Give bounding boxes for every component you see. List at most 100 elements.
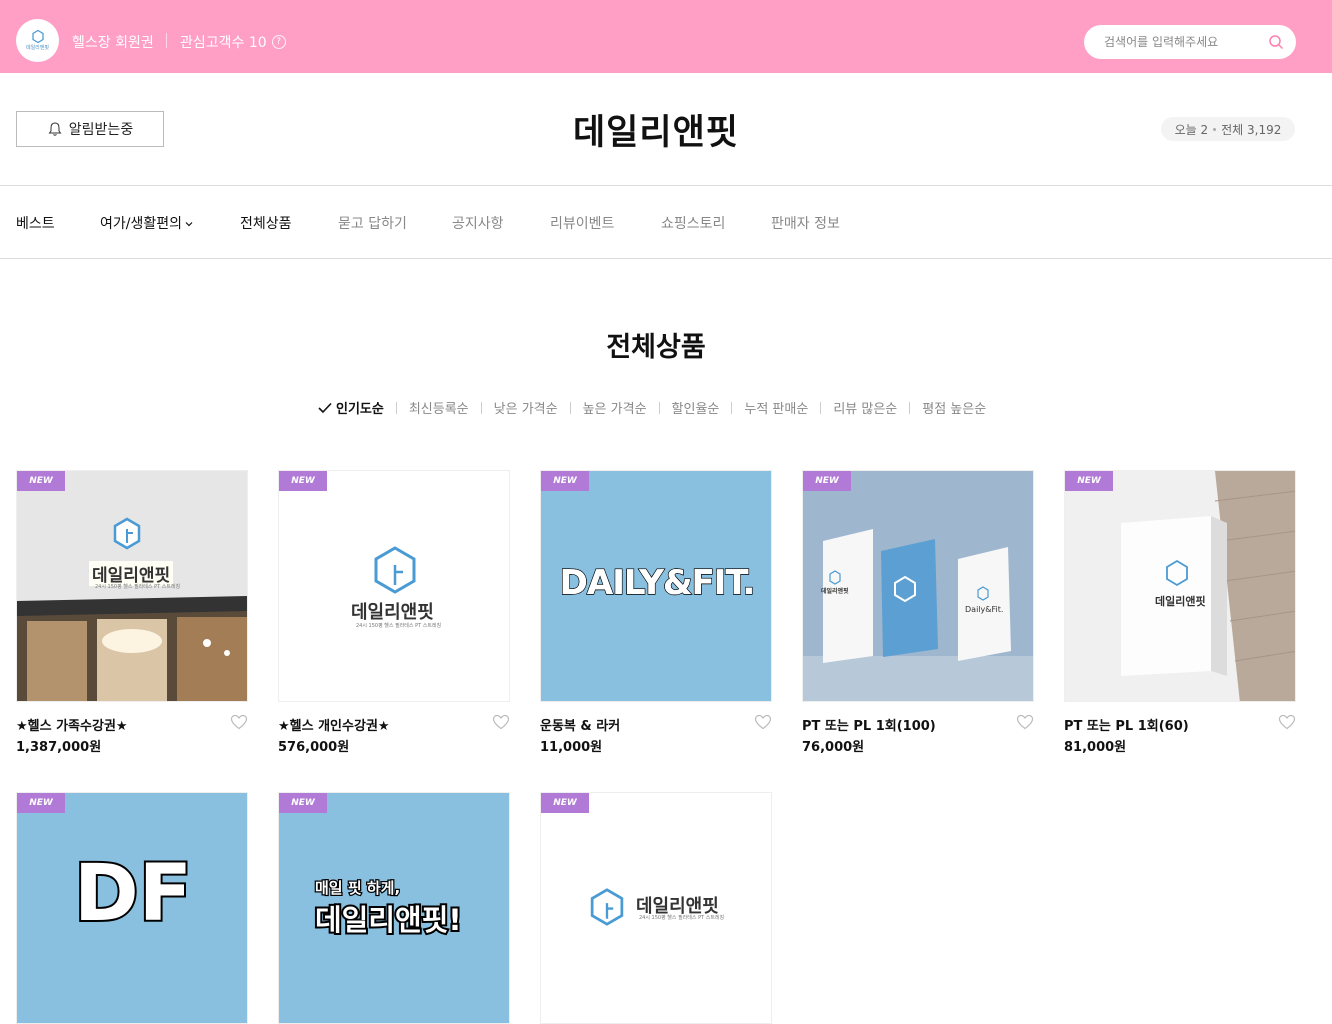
divider — [658, 401, 660, 414]
sort-price-high[interactable]: 높은 가격순 — [583, 398, 647, 417]
hex-logo-icon — [31, 30, 44, 43]
product-name[interactable]: PT 또는 PL 1회(100) — [802, 715, 936, 734]
store-name[interactable]: 헬스장 회원권 — [72, 32, 154, 52]
hex-logo-icon — [590, 888, 624, 926]
nav-item-review-event[interactable]: 리뷰이벤트 — [550, 213, 661, 233]
search-input[interactable] — [1104, 35, 1264, 49]
nav-item-label: 여가/생활편의 — [100, 216, 182, 232]
divider — [731, 401, 733, 414]
product-name[interactable]: ★헬스 가족수강권★ — [16, 715, 128, 734]
sort-price-low[interactable]: 낮은 가격순 — [494, 398, 558, 417]
product-price: 76,000원 — [802, 740, 865, 755]
new-badge: NEW — [541, 793, 589, 813]
new-badge: NEW — [803, 471, 851, 491]
product-name[interactable]: 운동복 & 라커 — [540, 715, 620, 734]
product-name[interactable]: PT 또는 PL 1회(60) — [1064, 715, 1189, 734]
chevron-down-icon — [185, 222, 193, 227]
new-badge: NEW — [279, 471, 327, 491]
category-nav: 베스트 여가/생활편의 전체상품 묻고 답하기 공지사항 리뷰이벤트 쇼핑스토리… — [16, 213, 840, 233]
store-logo[interactable]: 데일리앤핏 — [16, 19, 59, 62]
product-image[interactable]: NEW DAILY&FIT. — [540, 470, 772, 702]
new-badge: NEW — [17, 793, 65, 813]
divider — [0, 185, 1332, 186]
divider — [480, 401, 482, 414]
new-badge: NEW — [17, 471, 65, 491]
daily-fit-text: DAILY&FIT. — [541, 562, 771, 604]
divider — [569, 401, 571, 414]
divider — [909, 401, 911, 414]
product-image[interactable]: NEW 데일리앤핏 24시 150평 헬스 필라테스 PT 스트레칭 — [278, 470, 510, 702]
logo-subtitle: 24시 150평 헬스 필라테스 PT 스트레칭 — [356, 623, 442, 629]
wall-sign-image — [1065, 471, 1295, 701]
new-badge: NEW — [541, 471, 589, 491]
sort-reviews[interactable]: 리뷰 많은순 — [833, 398, 897, 417]
logo-text: 데일리앤핏 — [351, 602, 434, 623]
product-image[interactable]: NEW 데일리앤핏 Daily&Fit. — [802, 470, 1034, 702]
visits-total: 전체 3,192 — [1221, 122, 1282, 137]
product-image[interactable]: NEW 데일리앤핏 — [1064, 470, 1296, 702]
sort-popular[interactable]: 인기도순 — [318, 398, 384, 417]
sort-label: 인기도순 — [336, 402, 384, 417]
top-bar: 데일리앤핏 헬스장 회원권 관심고객수 10 ? — [0, 0, 1332, 73]
card-brand-text: Daily&Fit. — [965, 605, 1004, 614]
brand-title: 데일리앤핏 — [572, 113, 739, 153]
fans-label: 관심고객수 10 — [180, 35, 267, 51]
product-price: 576,000원 — [278, 740, 350, 755]
slogan-line2: 데일리앤핏! — [313, 901, 464, 939]
heart-icon[interactable] — [754, 714, 772, 730]
hex-logo-icon — [374, 546, 416, 594]
help-icon[interactable]: ? — [271, 35, 286, 49]
search-icon[interactable] — [1268, 34, 1284, 50]
product-card[interactable]: NEW 데일리앤핏 24시 150평 헬스 필라테스 PT 스트레칭 — [540, 792, 772, 1024]
visits-today: 오늘 2 — [1174, 122, 1209, 137]
product-image[interactable]: NEW 데일리앤핏 24시 150평 헬스 필라테스 PT 스트레칭 — [540, 792, 772, 1024]
new-badge: NEW — [1065, 471, 1113, 491]
check-icon — [318, 402, 332, 413]
nav-item-best[interactable]: 베스트 — [16, 213, 100, 233]
store-logo-text: 데일리앤핏 — [25, 45, 49, 51]
product-image[interactable]: NEW 매일 핏 하게, 데일리앤핏! — [278, 792, 510, 1024]
slogan-line1: 매일 핏 하게, — [314, 878, 402, 899]
heart-icon[interactable] — [230, 714, 248, 730]
nav-item-qna[interactable]: 묻고 답하기 — [338, 213, 452, 233]
product-price: 1,387,000원 — [16, 740, 102, 755]
product-price: 81,000원 — [1064, 740, 1127, 755]
section-title: 전체상품 — [606, 332, 706, 363]
daily-fit-label: DAILY&FIT. — [559, 562, 756, 604]
sort-rating[interactable]: 평점 높은순 — [922, 398, 986, 417]
new-badge: NEW — [279, 793, 327, 813]
product-image[interactable]: NEW 데일리앤핏 24시 150평 헬스 필라테스 PT 스트레칭 — [16, 470, 248, 702]
logo-subtitle: 24시 150평 헬스 필라테스 PT 스트레칭 — [95, 584, 181, 590]
product-card[interactable]: NEW 데일리앤핏 Daily&Fit. PT 또는 PL 1회(100) 76… — [802, 470, 1034, 755]
visit-counter: 오늘 2 전체 3,192 — [1161, 117, 1295, 141]
product-name[interactable]: ★헬스 개인수강권★ — [278, 715, 390, 734]
divider — [395, 401, 397, 414]
nav-item-all-products[interactable]: 전체상품 — [240, 213, 338, 233]
dot-separator — [1213, 127, 1217, 131]
sort-newest[interactable]: 최신등록순 — [409, 398, 469, 417]
product-card[interactable]: NEW 데일리앤핏 PT 또는 PL 1회(60) 81,000원 — [1064, 470, 1296, 755]
sort-discount[interactable]: 할인율순 — [672, 398, 720, 417]
nav-item-seller-info[interactable]: 판매자 정보 — [771, 213, 840, 233]
product-image[interactable]: NEW DF — [16, 792, 248, 1024]
nav-item-notice[interactable]: 공지사항 — [452, 213, 550, 233]
heart-icon[interactable] — [1278, 714, 1296, 730]
heart-icon[interactable] — [492, 714, 510, 730]
product-card[interactable]: NEW DAILY&FIT. 운동복 & 라커 11,000원 — [540, 470, 772, 755]
nav-item-shopping-story[interactable]: 쇼핑스토리 — [661, 213, 771, 233]
product-card[interactable]: NEW 데일리앤핏 24시 150평 헬스 필라테스 PT 스트레칭 ★헬스 개… — [278, 470, 510, 755]
search-box — [1084, 25, 1296, 59]
product-card[interactable]: NEW DF — [16, 792, 248, 1024]
product-price: 11,000원 — [540, 740, 603, 755]
card-logo-text: 데일리앤핏 — [821, 588, 849, 595]
heart-icon[interactable] — [1016, 714, 1034, 730]
product-card[interactable]: NEW 데일리앤핏 24시 150평 헬스 필라테스 PT 스트레칭 ★헬스 가… — [16, 470, 248, 755]
logo-subtitle: 24시 150평 헬스 필라테스 PT 스트레칭 — [639, 915, 725, 921]
df-text: DF — [72, 849, 194, 939]
divider — [820, 401, 822, 414]
nav-item-leisure[interactable]: 여가/생활편의 — [100, 213, 240, 233]
product-card[interactable]: NEW 매일 핏 하게, 데일리앤핏! — [278, 792, 510, 1024]
logo-text: 데일리앤핏 — [1155, 595, 1206, 608]
divider — [0, 258, 1332, 259]
sort-sales[interactable]: 누적 판매순 — [744, 398, 808, 417]
